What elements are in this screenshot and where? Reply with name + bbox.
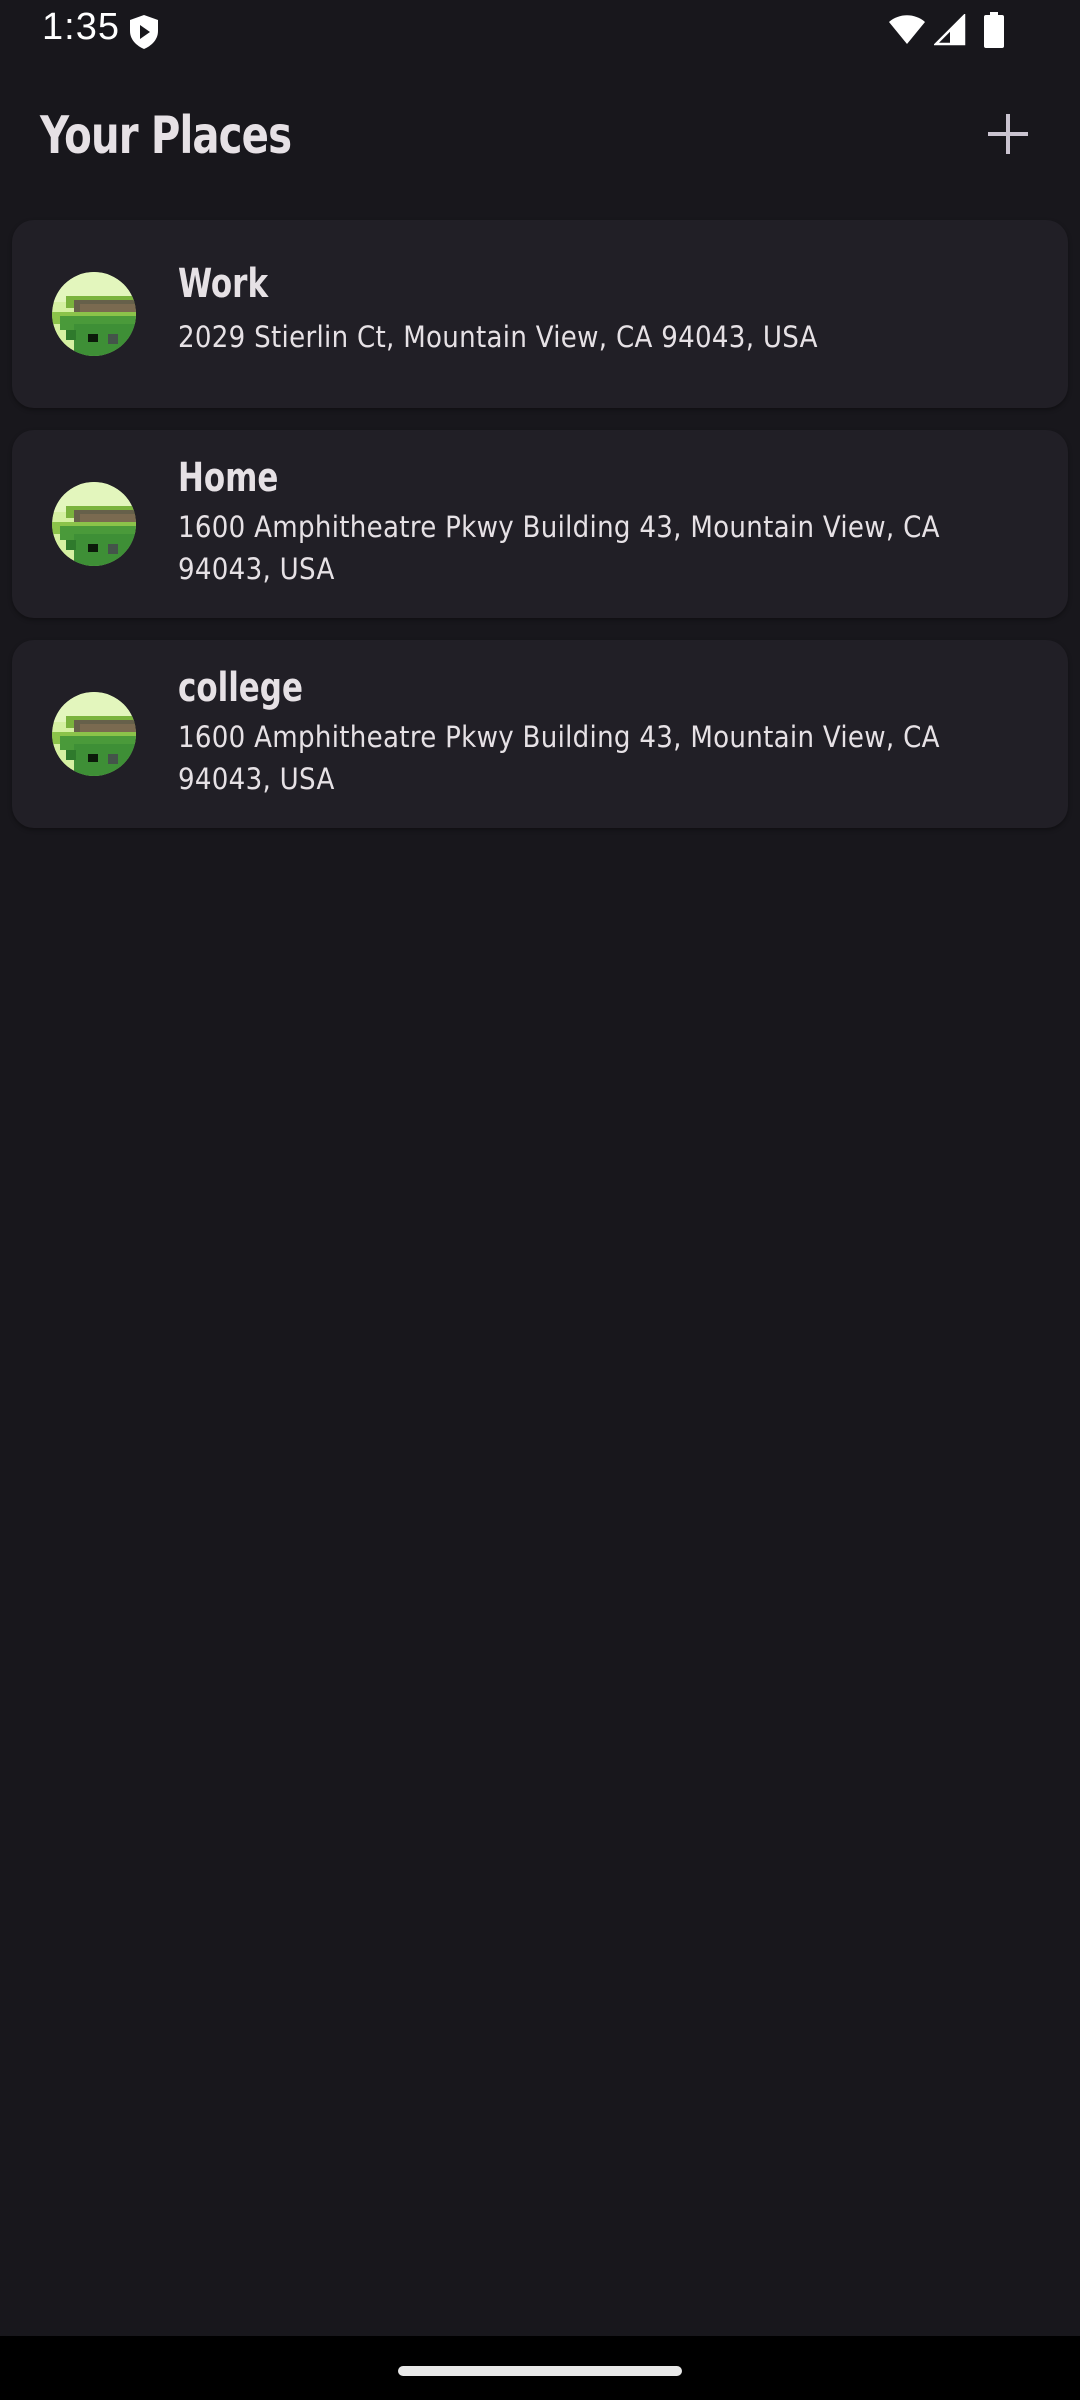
page-title: Your Places [40,106,292,166]
app-header: Your Places [0,90,1080,186]
shield-play-icon [130,15,158,49]
places-screen: 1:35 Your Places Work 2029 Stierlin Ct, … [0,0,1080,2400]
map-thumbnail-icon [52,692,136,776]
place-text: Work 2029 Stierlin Ct, Mountain View, CA… [178,260,1018,358]
place-name: Work [178,261,269,307]
map-thumbnail-icon [52,272,136,356]
map-thumbnail-icon [52,482,136,566]
place-text: Home 1600 Amphitheatre Pkwy Building 43,… [178,454,1018,590]
status-bar: 1:35 [0,0,1080,62]
home-indicator[interactable] [398,2366,682,2376]
wifi-icon [889,15,925,44]
place-name: college [178,665,303,711]
place-address: 2029 Stierlin Ct, Mountain View, CA 9404… [178,320,818,354]
plus-icon [988,114,1028,154]
place-card-home[interactable]: Home 1600 Amphitheatre Pkwy Building 43,… [12,430,1068,618]
add-place-button[interactable] [982,108,1034,160]
place-address: 1600 Amphitheatre Pkwy Building 43, Moun… [178,720,940,796]
place-card-college[interactable]: college 1600 Amphitheatre Pkwy Building … [12,640,1068,828]
place-text: college 1600 Amphitheatre Pkwy Building … [178,664,1018,800]
signal-icon [934,14,966,46]
place-address: 1600 Amphitheatre Pkwy Building 43, Moun… [178,510,940,586]
navigation-bar [0,2336,1080,2400]
place-name: Home [178,455,279,501]
status-time: 1:35 [42,6,120,48]
battery-icon [984,12,1004,48]
places-list: Work 2029 Stierlin Ct, Mountain View, CA… [12,220,1068,850]
place-card-work[interactable]: Work 2029 Stierlin Ct, Mountain View, CA… [12,220,1068,408]
